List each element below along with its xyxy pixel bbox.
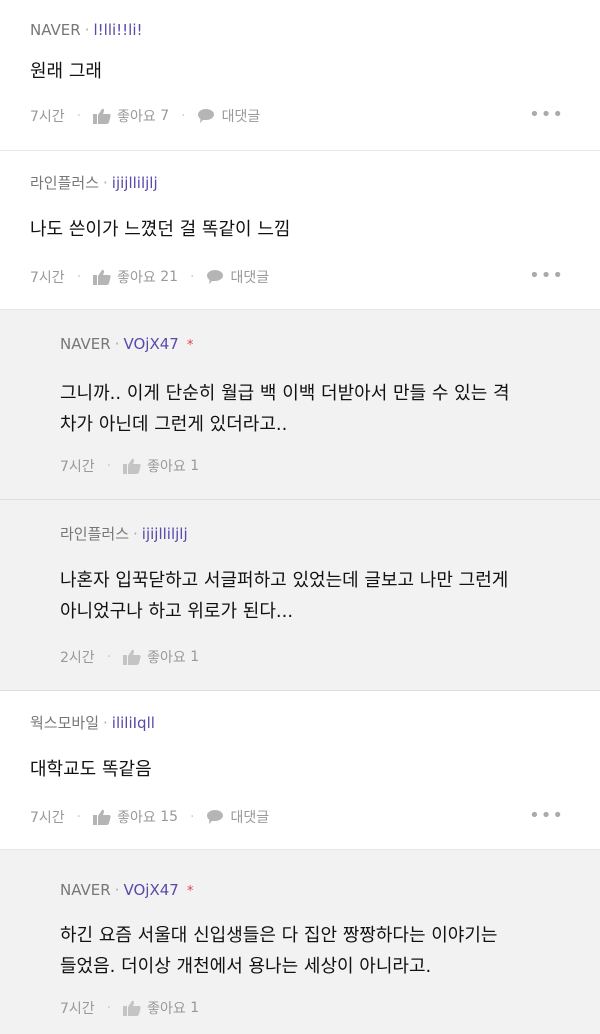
comment-actions: 7시간 · 좋아요 7 · 대댓글 [30,106,260,126]
comment-actions: 7시간 · 좋아요 1 [60,998,199,1018]
comment-source: NAVER [30,21,81,39]
separator-dot: · [76,108,82,124]
comment-user-id[interactable]: l!lli!!li! [93,21,142,39]
like-count: 1 [190,649,200,665]
comment-text: 하긴 요즘 서울대 신입생들은 다 집안 짱짱하다는 이야기는 들었음. 더이상… [60,925,498,977]
comment-actions: 7시간 · 좋아요 21 · 대댓글 [30,267,269,287]
comment-time: 7시간 [30,109,65,125]
reply-button[interactable]: 대댓글 [206,267,270,287]
comment-item: 웍스모바일 · ililiIqll 대학교도 똑같음 7시간 · 좋아요 15 · … [0,691,600,850]
like-label: 좋아요 [117,810,156,826]
like-label: 좋아요 [147,650,186,666]
like-button[interactable]: 좋아요 21 [93,267,178,287]
reply-label: 대댓글 [221,109,261,125]
reply-item: 라인플러스 · ijijlliljlj 나혼자 입꾹닫하고 서글퍼하고 있었는데 글… [0,500,600,691]
comment-user-id[interactable]: ijijlliljlj [142,525,188,543]
like-button[interactable]: 좋아요 7 [93,106,169,126]
comment-time: 7시간 [60,1001,95,1017]
reply-label: 대댓글 [230,810,270,826]
comment-user-id[interactable]: ililiIqll [112,714,155,732]
more-options-icon[interactable]: ••• [529,805,564,826]
like-button[interactable]: 좋아요 15 [93,807,178,827]
separator-dot: · [133,525,138,543]
comment-item: 라인플러스 · ijijlliljlj 나도 쓴이가 느꼈던 걸 똑같이 느낌 7시… [0,151,600,310]
author-star-icon: * [186,338,194,353]
comment-text: 그니까.. 이게 단순히 월급 백 이백 더받아서 만들 수 있는 격 차가 아… [60,383,510,435]
more-options-icon[interactable]: ••• [529,104,564,125]
comment-user-id[interactable]: VOjX47 [123,881,178,899]
like-label: 좋아요 [147,1001,186,1017]
more-options-icon[interactable]: ••• [529,265,564,286]
comment-user-id[interactable]: VOjX47 [123,335,178,353]
separator-dot: · [106,1000,112,1016]
comment-time: 7시간 [30,270,65,286]
comment-source: NAVER [60,881,111,899]
like-count: 15 [160,809,179,825]
like-button[interactable]: 좋아요 1 [123,456,199,476]
comment-meta: NAVER · VOjX47 * [60,334,193,356]
comment-meta: 라인플러스 · ijijlliljlj [30,173,158,193]
separator-dot: · [106,649,112,665]
separator-dot: · [114,335,120,353]
like-count: 1 [190,458,200,474]
like-label: 좋아요 [117,270,156,286]
reply-label: 대댓글 [230,270,270,286]
thumbs-up-icon [93,108,111,124]
separator-dot: · [190,809,195,825]
comment-actions: 2시간 · 좋아요 1 [60,647,199,667]
comment-text: 나도 쓴이가 느꼈던 걸 똑같이 느낌 [30,219,291,240]
like-label: 좋아요 [147,459,186,475]
like-button[interactable]: 좋아요 1 [123,998,199,1018]
speech-bubble-icon [197,109,214,123]
separator-dot: · [84,21,90,39]
thumbs-up-icon [123,1000,141,1016]
speech-bubble-icon [206,810,223,824]
separator-dot: · [190,269,195,285]
like-label: 좋아요 [117,109,156,125]
reply-item: NAVER · VOjX47 * 하긴 요즘 서울대 신입생들은 다 집안 짱짱하다는… [0,850,600,1034]
comment-time: 7시간 [30,810,65,826]
separator-dot: · [76,809,82,825]
reply-button[interactable]: 대댓글 [197,106,261,126]
thumbs-up-icon [123,458,141,474]
comment-text: 대학교도 똑같음 [30,759,152,780]
separator-dot: · [103,714,108,732]
comment-meta: NAVER · l!lli!!li! [30,20,143,40]
comment-meta: NAVER · VOjX47 * [60,880,193,902]
separator-dot: · [76,269,82,285]
comment-source: 라인플러스 [60,525,130,543]
comment-actions: 7시간 · 좋아요 15 · 대댓글 [30,807,269,827]
like-count: 7 [160,108,170,124]
comment-source: 라인플러스 [30,174,100,192]
thumbs-up-icon [93,809,111,825]
like-count: 1 [190,1000,200,1016]
comment-time: 7시간 [60,459,95,475]
separator-dot: · [106,458,112,474]
comment-meta: 웍스모바일 · ililiIqll [30,713,155,733]
author-star-icon: * [186,884,194,899]
separator-dot: · [181,108,186,124]
comment-text: 원래 그래 [30,61,102,82]
comment-source: NAVER [60,335,111,353]
comment-meta: 라인플러스 · ijijlliljlj [60,524,188,544]
comment-time: 2시간 [60,650,95,666]
like-button[interactable]: 좋아요 1 [123,647,199,667]
comment-actions: 7시간 · 좋아요 1 [60,456,199,476]
comment-text: 나혼자 입꾹닫하고 서글퍼하고 있었는데 글보고 나만 그런게 아니었구나 하고… [60,570,509,622]
thumbs-up-icon [93,269,111,285]
thumbs-up-icon [123,649,141,665]
comment-user-id[interactable]: ijijlliljlj [112,174,158,192]
speech-bubble-icon [206,270,223,284]
reply-button[interactable]: 대댓글 [206,807,270,827]
comment-source: 웍스모바일 [30,714,100,732]
separator-dot: · [103,174,108,192]
like-count: 21 [160,269,179,285]
reply-item: NAVER · VOjX47 * 그니까.. 이게 단순히 월급 백 이백 더받아서 … [0,310,600,500]
separator-dot: · [114,881,120,899]
comment-item: NAVER · l!lli!!li! 원래 그래 7시간 · 좋아요 7 · 대댓글… [0,0,600,151]
